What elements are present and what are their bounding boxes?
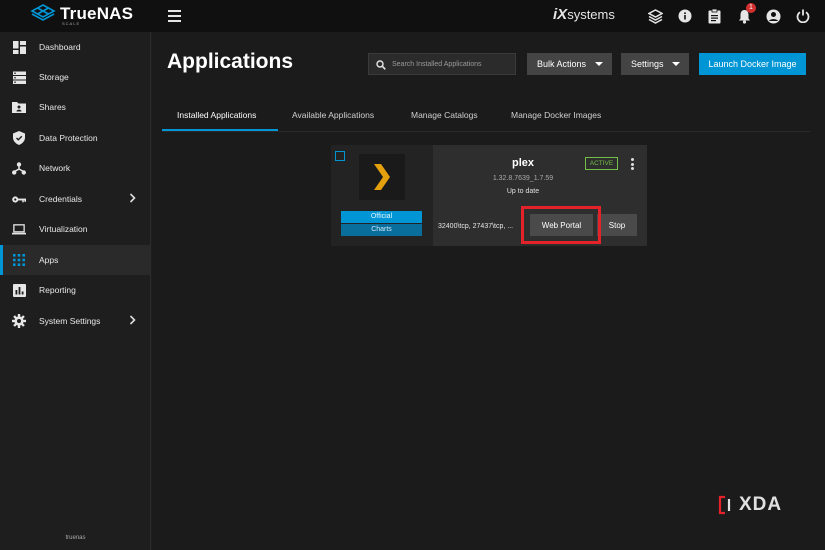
gear-icon [12,314,26,328]
sidebar-item-label: Shares [39,102,66,112]
sidebar-item-network[interactable]: Network [0,153,151,183]
sidebar: Dashboard Storage Shares Data Protection… [0,32,151,550]
chart-icon [12,283,26,297]
xda-text: XDA [739,494,783,515]
sidebar-item-label: Storage [39,72,69,82]
search-icon [376,60,386,70]
app-select-checkbox[interactable] [335,151,345,161]
sidebar-item-storage[interactable]: Storage [0,62,151,92]
network-icon [12,161,26,175]
stop-button[interactable]: Stop [597,214,637,236]
train-label-top: Official [341,211,422,223]
sidebar-item-label: Dashboard [39,42,81,52]
status-badge: ACTIVE [585,157,618,170]
search-placeholder: Search Installed Applications [392,61,482,68]
sidebar-item-label: Virtualization [39,224,88,234]
info-icon[interactable] [677,8,693,24]
caret-down-icon [672,62,680,66]
tab-manage-docker-images[interactable]: Manage Docker Images [511,110,601,120]
highlight-box [521,206,601,244]
sidebar-item-label: System Settings [39,316,101,326]
sidebar-item-label: Apps [39,255,59,265]
hostname-label: truenas [65,535,86,541]
sidebar-item-virtualization[interactable]: Virtualization [0,214,151,244]
account-icon[interactable] [765,8,781,24]
sidebar-item-label: Network [39,163,71,173]
sidebar-item-dashboard[interactable]: Dashboard [0,32,151,62]
page-title: Applications [167,50,294,73]
plex-logo-icon [359,154,405,200]
tab-manage-catalogs[interactable]: Manage Catalogs [411,110,478,120]
sidebar-item-shares[interactable]: Shares [0,92,151,122]
settings-button[interactable]: Settings [621,53,689,75]
caret-down-icon [595,62,603,66]
truecommand-icon[interactable] [647,8,663,24]
shares-icon [12,100,26,114]
chevron-right-icon [129,314,136,328]
search-input[interactable]: Search Installed Applications [368,53,516,75]
truenas-logo[interactable]: TrueNAS [30,4,133,24]
stop-label: Stop [608,220,626,230]
tab-installed-applications[interactable]: Installed Applications [177,110,256,120]
more-options-icon[interactable] [631,158,635,172]
sidebar-item-label: Data Protection [39,133,98,143]
bulk-actions-label: Bulk Actions [537,59,587,69]
laptop-icon [12,222,26,236]
xda-bracket-icon [718,495,731,515]
truenas-logo-icon [30,4,56,21]
xda-watermark: XDA [718,494,782,516]
ix-text: iX [553,6,568,23]
systems-text: systems [567,7,615,22]
storage-icon [12,70,26,84]
sidebar-item-reporting[interactable]: Reporting [0,275,151,305]
active-tab-indicator [162,129,278,131]
sidebar-item-label: Credentials [39,194,82,204]
dashboard-icon [12,40,26,54]
sidebar-item-system-settings[interactable]: System Settings [0,306,151,336]
sidebar-item-label: Reporting [39,285,76,295]
settings-label: Settings [631,59,664,69]
app-ports: 32400\tcp, 27437\tcp, ... [438,223,514,230]
menu-icon[interactable] [168,10,181,25]
tab-available-applications[interactable]: Available Applications [292,110,374,120]
notification-badge: 1 [746,3,756,13]
app-version: 1.32.8.7639_1.7.59 [492,175,554,182]
sidebar-item-data-protection[interactable]: Data Protection [0,123,151,153]
sidebar-item-apps[interactable]: Apps [0,245,151,275]
app-update-status: Up to date [506,188,540,195]
ixsystems-logo[interactable]: iXsystems [553,6,615,23]
clipboard-icon[interactable] [706,8,722,24]
power-icon[interactable] [795,8,811,24]
bulk-actions-button[interactable]: Bulk Actions [527,53,612,75]
key-icon [12,192,26,206]
launch-docker-image-button[interactable]: Launch Docker Image [699,53,806,75]
launch-docker-label: Launch Docker Image [708,59,797,69]
shield-icon [12,131,26,145]
brand-edition: SCALE [62,21,81,26]
sidebar-item-credentials[interactable]: Credentials [0,184,151,214]
tabs-divider [162,131,810,132]
train-label-bottom: Charts [341,224,422,236]
apps-grid-icon [12,253,26,267]
chevron-right-icon [129,192,136,206]
